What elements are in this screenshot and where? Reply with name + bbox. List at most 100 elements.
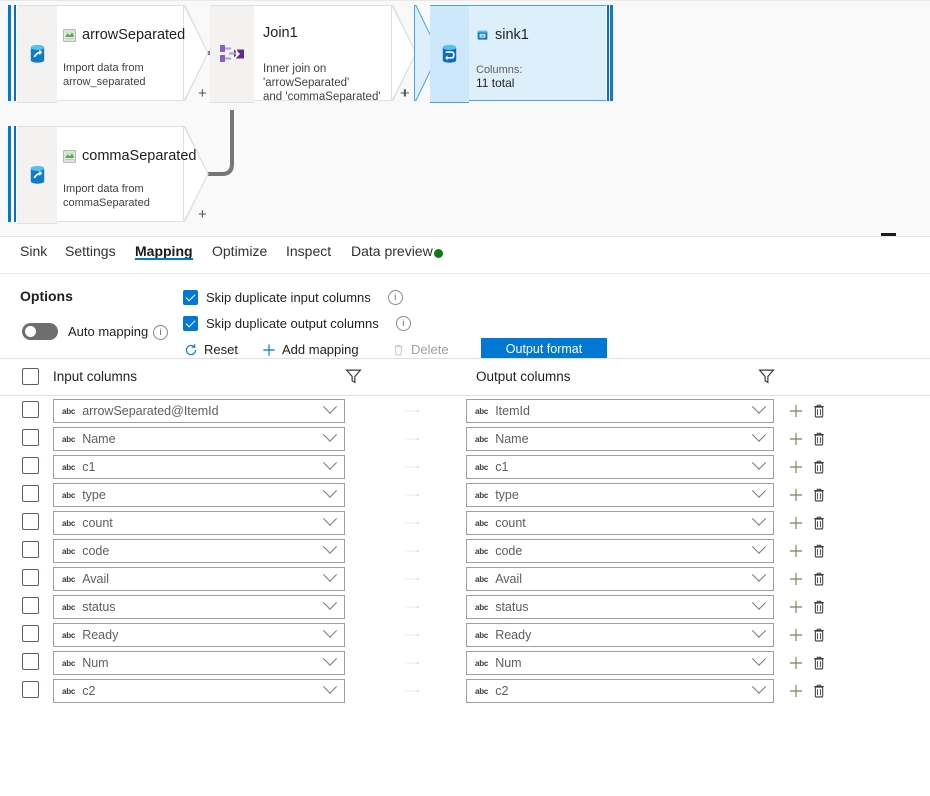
canvas-node-commaseparated[interactable]: commaSeparated Import data from commaSep… xyxy=(8,126,209,224)
output-column-select[interactable]: abc Num xyxy=(466,651,774,675)
tab-optimize[interactable]: Optimize xyxy=(212,243,267,259)
tab-inspect[interactable]: Inspect xyxy=(286,243,331,259)
output-column-select[interactable]: abc ItemId xyxy=(466,399,774,423)
row-select-checkbox[interactable] xyxy=(22,625,39,642)
table-row[interactable]: abc code abc code xyxy=(0,536,930,564)
add-row-icon[interactable] xyxy=(789,656,803,670)
info-icon[interactable]: i xyxy=(153,325,168,340)
output-column-select[interactable]: abc status xyxy=(466,595,774,619)
skip-duplicate-input-columns-row[interactable]: Skip duplicate input columns i xyxy=(183,290,403,305)
delete-row-icon[interactable] xyxy=(812,543,826,559)
sink-dataset-icon xyxy=(477,30,488,40)
table-row[interactable]: abc type abc type xyxy=(0,480,930,508)
table-row[interactable]: abc Num abc Num xyxy=(0,648,930,676)
info-icon[interactable]: i xyxy=(395,316,411,331)
table-row[interactable]: abc c1 abc c1 xyxy=(0,452,930,480)
input-column-select[interactable]: abc code xyxy=(53,539,345,563)
output-column-select[interactable]: abc code xyxy=(466,539,774,563)
row-select-checkbox[interactable] xyxy=(22,401,39,418)
row-select-checkbox[interactable] xyxy=(22,541,39,558)
canvas-node-join1[interactable]: Join1 Inner join on 'arrowSeparated' and… xyxy=(210,5,417,103)
output-column-select[interactable]: abc type xyxy=(466,483,774,507)
filter-icon[interactable] xyxy=(345,368,362,385)
delete-row-icon[interactable] xyxy=(812,515,826,531)
add-row-icon[interactable] xyxy=(789,628,803,642)
row-select-checkbox[interactable] xyxy=(22,457,39,474)
table-row[interactable]: abc count abc count xyxy=(0,508,930,536)
delete-row-icon[interactable] xyxy=(812,627,826,643)
delete-row-icon[interactable] xyxy=(812,599,826,615)
row-select-checkbox[interactable] xyxy=(22,429,39,446)
output-column-select[interactable]: abc Ready xyxy=(466,623,774,647)
input-column-select[interactable]: abc Name xyxy=(53,427,345,451)
skip-duplicate-output-columns-checkbox[interactable] xyxy=(183,316,198,331)
add-mapping-button[interactable]: Add mapping xyxy=(262,342,359,357)
node-accent-bar-secondary xyxy=(14,126,16,222)
input-column-select[interactable]: abc arrowSeparated@ItemId xyxy=(53,399,345,423)
add-row-icon[interactable] xyxy=(789,600,803,614)
tab-data-preview[interactable]: Data preview xyxy=(351,243,433,259)
output-column-select[interactable]: abc count xyxy=(466,511,774,535)
info-icon[interactable]: i xyxy=(387,290,403,305)
tab-mapping[interactable]: Mapping xyxy=(135,243,193,260)
input-column-select[interactable]: abc status xyxy=(53,595,345,619)
data-flow-canvas[interactable]: arrowSeparated Import data from arrow_se… xyxy=(0,0,930,237)
canvas-node-sink1[interactable]: sink1 Columns: 11 total + xyxy=(400,5,613,103)
input-column-select[interactable]: abc Avail xyxy=(53,567,345,591)
input-column-select[interactable]: abc Ready xyxy=(53,623,345,647)
table-row[interactable]: abc Ready abc Ready xyxy=(0,620,930,648)
delete-row-icon[interactable] xyxy=(812,571,826,587)
input-column-value: type xyxy=(82,488,106,502)
add-row-icon[interactable] xyxy=(789,544,803,558)
add-row-icon[interactable] xyxy=(789,684,803,698)
output-column-select[interactable]: abc Avail xyxy=(466,567,774,591)
row-select-checkbox[interactable] xyxy=(22,569,39,586)
skip-duplicate-input-columns-checkbox[interactable] xyxy=(183,290,198,305)
delete-row-icon[interactable] xyxy=(812,487,826,503)
table-row[interactable]: abc c2 abc c2 xyxy=(0,676,930,704)
canvas-node-arrowseparated[interactable]: arrowSeparated Import data from arrow_se… xyxy=(8,5,209,103)
add-row-icon[interactable] xyxy=(789,404,803,418)
node-add-branch-button[interactable]: + xyxy=(198,86,207,101)
row-select-checkbox[interactable] xyxy=(22,681,39,698)
input-column-select[interactable]: abc count xyxy=(53,511,345,535)
delete-row-icon[interactable] xyxy=(812,683,826,699)
add-row-icon[interactable] xyxy=(789,460,803,474)
select-all-checkbox[interactable] xyxy=(22,368,39,385)
output-column-select[interactable]: abc c2 xyxy=(466,679,774,703)
row-select-checkbox[interactable] xyxy=(22,597,39,614)
auto-mapping-label: Auto mapping xyxy=(68,324,149,339)
node-add-branch-button[interactable]: + xyxy=(400,86,409,101)
node-add-branch-button[interactable]: + xyxy=(198,207,207,222)
delete-row-icon[interactable] xyxy=(812,403,826,419)
input-column-select[interactable]: abc c1 xyxy=(53,455,345,479)
input-column-select[interactable]: abc c2 xyxy=(53,679,345,703)
delete-row-icon[interactable] xyxy=(812,431,826,447)
row-select-checkbox[interactable] xyxy=(22,653,39,670)
add-row-icon[interactable] xyxy=(789,516,803,530)
row-select-checkbox[interactable] xyxy=(22,513,39,530)
tab-settings[interactable]: Settings xyxy=(65,243,116,259)
row-select-checkbox[interactable] xyxy=(22,485,39,502)
add-row-icon[interactable] xyxy=(789,432,803,446)
tab-sink[interactable]: Sink xyxy=(20,243,47,259)
input-column-select[interactable]: abc Num xyxy=(53,651,345,675)
table-row[interactable]: abc Avail abc Avail xyxy=(0,564,930,592)
add-row-icon[interactable] xyxy=(789,572,803,586)
filter-icon[interactable] xyxy=(758,368,775,385)
reset-button[interactable]: Reset xyxy=(184,342,238,357)
table-row[interactable]: abc arrowSeparated@ItemId abc ItemId xyxy=(0,396,930,424)
skip-duplicate-output-columns-row[interactable]: Skip duplicate output columns i xyxy=(183,316,411,331)
output-format-button[interactable]: Output format xyxy=(481,338,607,360)
auto-mapping-toggle[interactable] xyxy=(22,323,58,340)
table-row[interactable]: abc Name abc Name xyxy=(0,424,930,452)
table-row[interactable]: abc status abc status xyxy=(0,592,930,620)
output-column-select[interactable]: abc Name xyxy=(466,427,774,451)
input-column-select[interactable]: abc type xyxy=(53,483,345,507)
chevron-down-icon xyxy=(751,455,767,470)
minimize-panel-button[interactable] xyxy=(881,233,896,236)
delete-row-icon[interactable] xyxy=(812,655,826,671)
delete-row-icon[interactable] xyxy=(812,459,826,475)
output-column-select[interactable]: abc c1 xyxy=(466,455,774,479)
add-row-icon[interactable] xyxy=(789,488,803,502)
